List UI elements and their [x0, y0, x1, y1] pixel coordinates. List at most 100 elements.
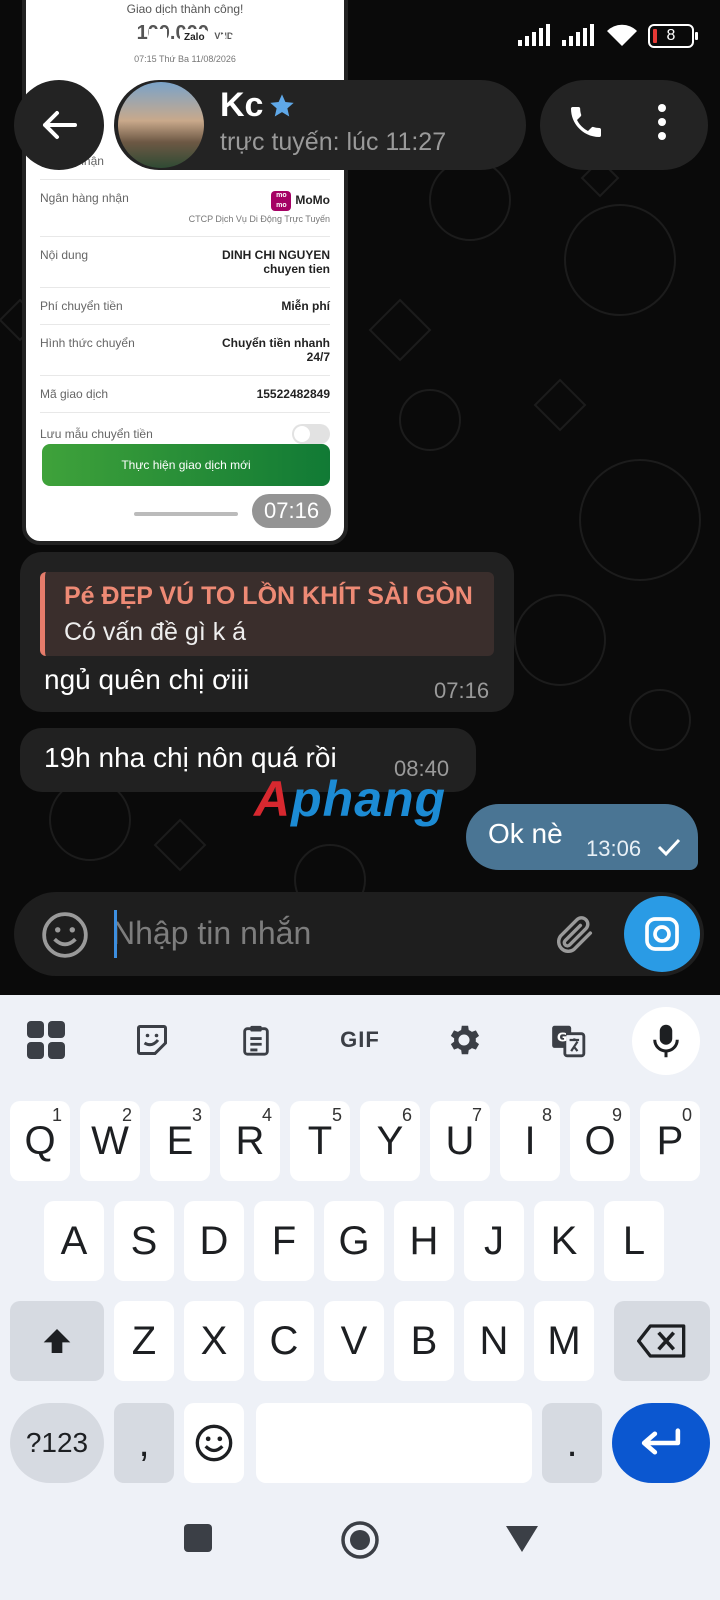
receipt-value: Chuyển tiền nhanh 24/7	[222, 336, 330, 364]
space-key[interactable]	[256, 1403, 532, 1483]
key-t[interactable]: T5	[290, 1101, 350, 1181]
more-vert-icon[interactable]	[650, 100, 674, 144]
wifi-icon	[607, 24, 637, 46]
contact-status: trực tuyến: lúc 11:27	[220, 128, 447, 156]
receipt-value: Miễn phí	[281, 299, 330, 313]
notification-icons: Zalo	[112, 26, 249, 48]
apps-grid-button[interactable]	[22, 1017, 70, 1063]
battery-icon: 8	[648, 24, 698, 48]
sticker-button[interactable]	[128, 1017, 176, 1063]
enter-icon	[641, 1428, 681, 1455]
sticker-icon	[137, 1025, 167, 1055]
zalo-icon: Zalo	[180, 28, 209, 46]
more-notifications-icon	[219, 34, 248, 40]
period-key[interactable]: .	[542, 1403, 602, 1483]
text-cursor	[114, 910, 117, 958]
comma-key[interactable]: ,	[114, 1403, 174, 1483]
clipboard-icon	[243, 1025, 269, 1056]
key-j[interactable]: J	[464, 1201, 524, 1281]
phone-icon[interactable]	[566, 100, 606, 144]
shift-key[interactable]	[10, 1301, 104, 1381]
receipt-row: Ngân hàng nhận mo mo MoMo CTCP Dịch Vụ Di …	[40, 180, 330, 237]
symbols-key[interactable]: ?123	[10, 1403, 104, 1483]
key-g[interactable]: G	[324, 1201, 384, 1281]
message-text: Ok nè	[488, 818, 563, 849]
receipt-row: Nội dung DINH CHI NGUYEN chuyen tien	[40, 237, 330, 288]
enter-key[interactable]	[612, 1403, 710, 1483]
emoji-icon	[195, 1424, 233, 1462]
key-f[interactable]: F	[254, 1201, 314, 1281]
key-i[interactable]: I8	[500, 1101, 560, 1181]
key-r[interactable]: R4	[220, 1101, 280, 1181]
gear-icon	[450, 1025, 480, 1055]
watermark-logo: Aphang	[254, 771, 447, 827]
avatar[interactable]	[118, 82, 204, 168]
mic-icon	[653, 1024, 679, 1058]
voice-input-button[interactable]	[632, 1007, 700, 1075]
home-icon[interactable]	[340, 1520, 380, 1560]
key-y[interactable]: Y6	[360, 1101, 420, 1181]
key-v[interactable]: V	[324, 1301, 384, 1381]
key-a[interactable]: A	[44, 1201, 104, 1281]
gif-label: GIF	[340, 1027, 380, 1052]
system-icons: 8	[518, 24, 698, 48]
back-nav-icon[interactable]	[504, 1524, 540, 1554]
emoji-icon[interactable]	[40, 910, 90, 960]
settings-button[interactable]	[440, 1017, 488, 1063]
key-x[interactable]: X	[184, 1301, 244, 1381]
message-icon	[149, 29, 167, 46]
receipt-row: Hình thức chuyển Chuyển tiền nhanh 24/7	[40, 325, 330, 376]
shift-icon	[43, 1329, 71, 1353]
key-e[interactable]: E3	[150, 1101, 210, 1181]
quote-text: Có vấn đề gì k á	[64, 618, 247, 646]
receipt-value: 15522482849	[256, 387, 330, 401]
key-s[interactable]: S	[114, 1201, 174, 1281]
key-w[interactable]: W2	[80, 1101, 140, 1181]
star-icon	[270, 94, 294, 117]
paperclip-icon[interactable]	[552, 910, 598, 960]
emoji-key[interactable]	[184, 1403, 244, 1483]
image-message-time: 07:16	[252, 494, 332, 528]
key-m[interactable]: M	[534, 1301, 594, 1381]
status-time: 13:07	[40, 24, 106, 54]
receipt-key: Ngân hàng nhận	[40, 191, 129, 205]
battery-level: 8	[666, 27, 676, 44]
key-h[interactable]: H	[394, 1201, 454, 1281]
key-q[interactable]: Q1	[10, 1101, 70, 1181]
key-u[interactable]: U7	[430, 1101, 490, 1181]
gif-button[interactable]: GIF	[330, 1017, 390, 1063]
key-k[interactable]: K	[534, 1201, 594, 1281]
receipt-row: Mã giao dịch 15522482849	[40, 376, 330, 413]
quote-sender-name: Pé ĐẸP VÚ TO LỒN KHÍT SÀI GÒN	[64, 582, 473, 610]
home-indicator	[134, 512, 238, 516]
key-o[interactable]: O9	[570, 1101, 630, 1181]
save-template-toggle	[292, 424, 330, 444]
receipt-key: Nội dung	[40, 248, 89, 262]
camera-icon	[645, 917, 679, 951]
message-time: 07:16	[434, 678, 490, 703]
backspace-icon	[637, 1324, 686, 1358]
key-l[interactable]: L	[604, 1201, 664, 1281]
key-b[interactable]: B	[394, 1301, 454, 1381]
key-z[interactable]: Z	[114, 1301, 174, 1381]
svg-text:G: G	[557, 1030, 567, 1045]
sent-check-icon	[657, 838, 681, 857]
recents-icon[interactable]	[182, 1522, 214, 1554]
translate-button[interactable]: G	[544, 1017, 592, 1063]
camera-button[interactable]	[624, 896, 700, 972]
receipt-value: mo mo MoMo CTCP Dịch Vụ Di Động Trực Tuyến	[188, 191, 330, 224]
key-d[interactable]: D	[184, 1201, 244, 1281]
telegram-icon	[114, 28, 134, 46]
save-template-label: Lưu mẫu chuyển tiền	[40, 427, 153, 441]
keyboard-toolbar: GIF G	[0, 995, 720, 1085]
key-c[interactable]: C	[254, 1301, 314, 1381]
receipt-key: Mã giao dịch	[40, 387, 109, 401]
backspace-key[interactable]	[614, 1301, 710, 1381]
momo-logo-icon: mo mo	[271, 191, 292, 211]
clipboard-button[interactable]	[232, 1017, 280, 1063]
back-button[interactable]	[14, 80, 104, 170]
key-p[interactable]: P0	[640, 1101, 700, 1181]
back-arrow-icon	[43, 111, 77, 139]
message-input[interactable]	[112, 906, 532, 960]
key-n[interactable]: N	[464, 1301, 524, 1381]
